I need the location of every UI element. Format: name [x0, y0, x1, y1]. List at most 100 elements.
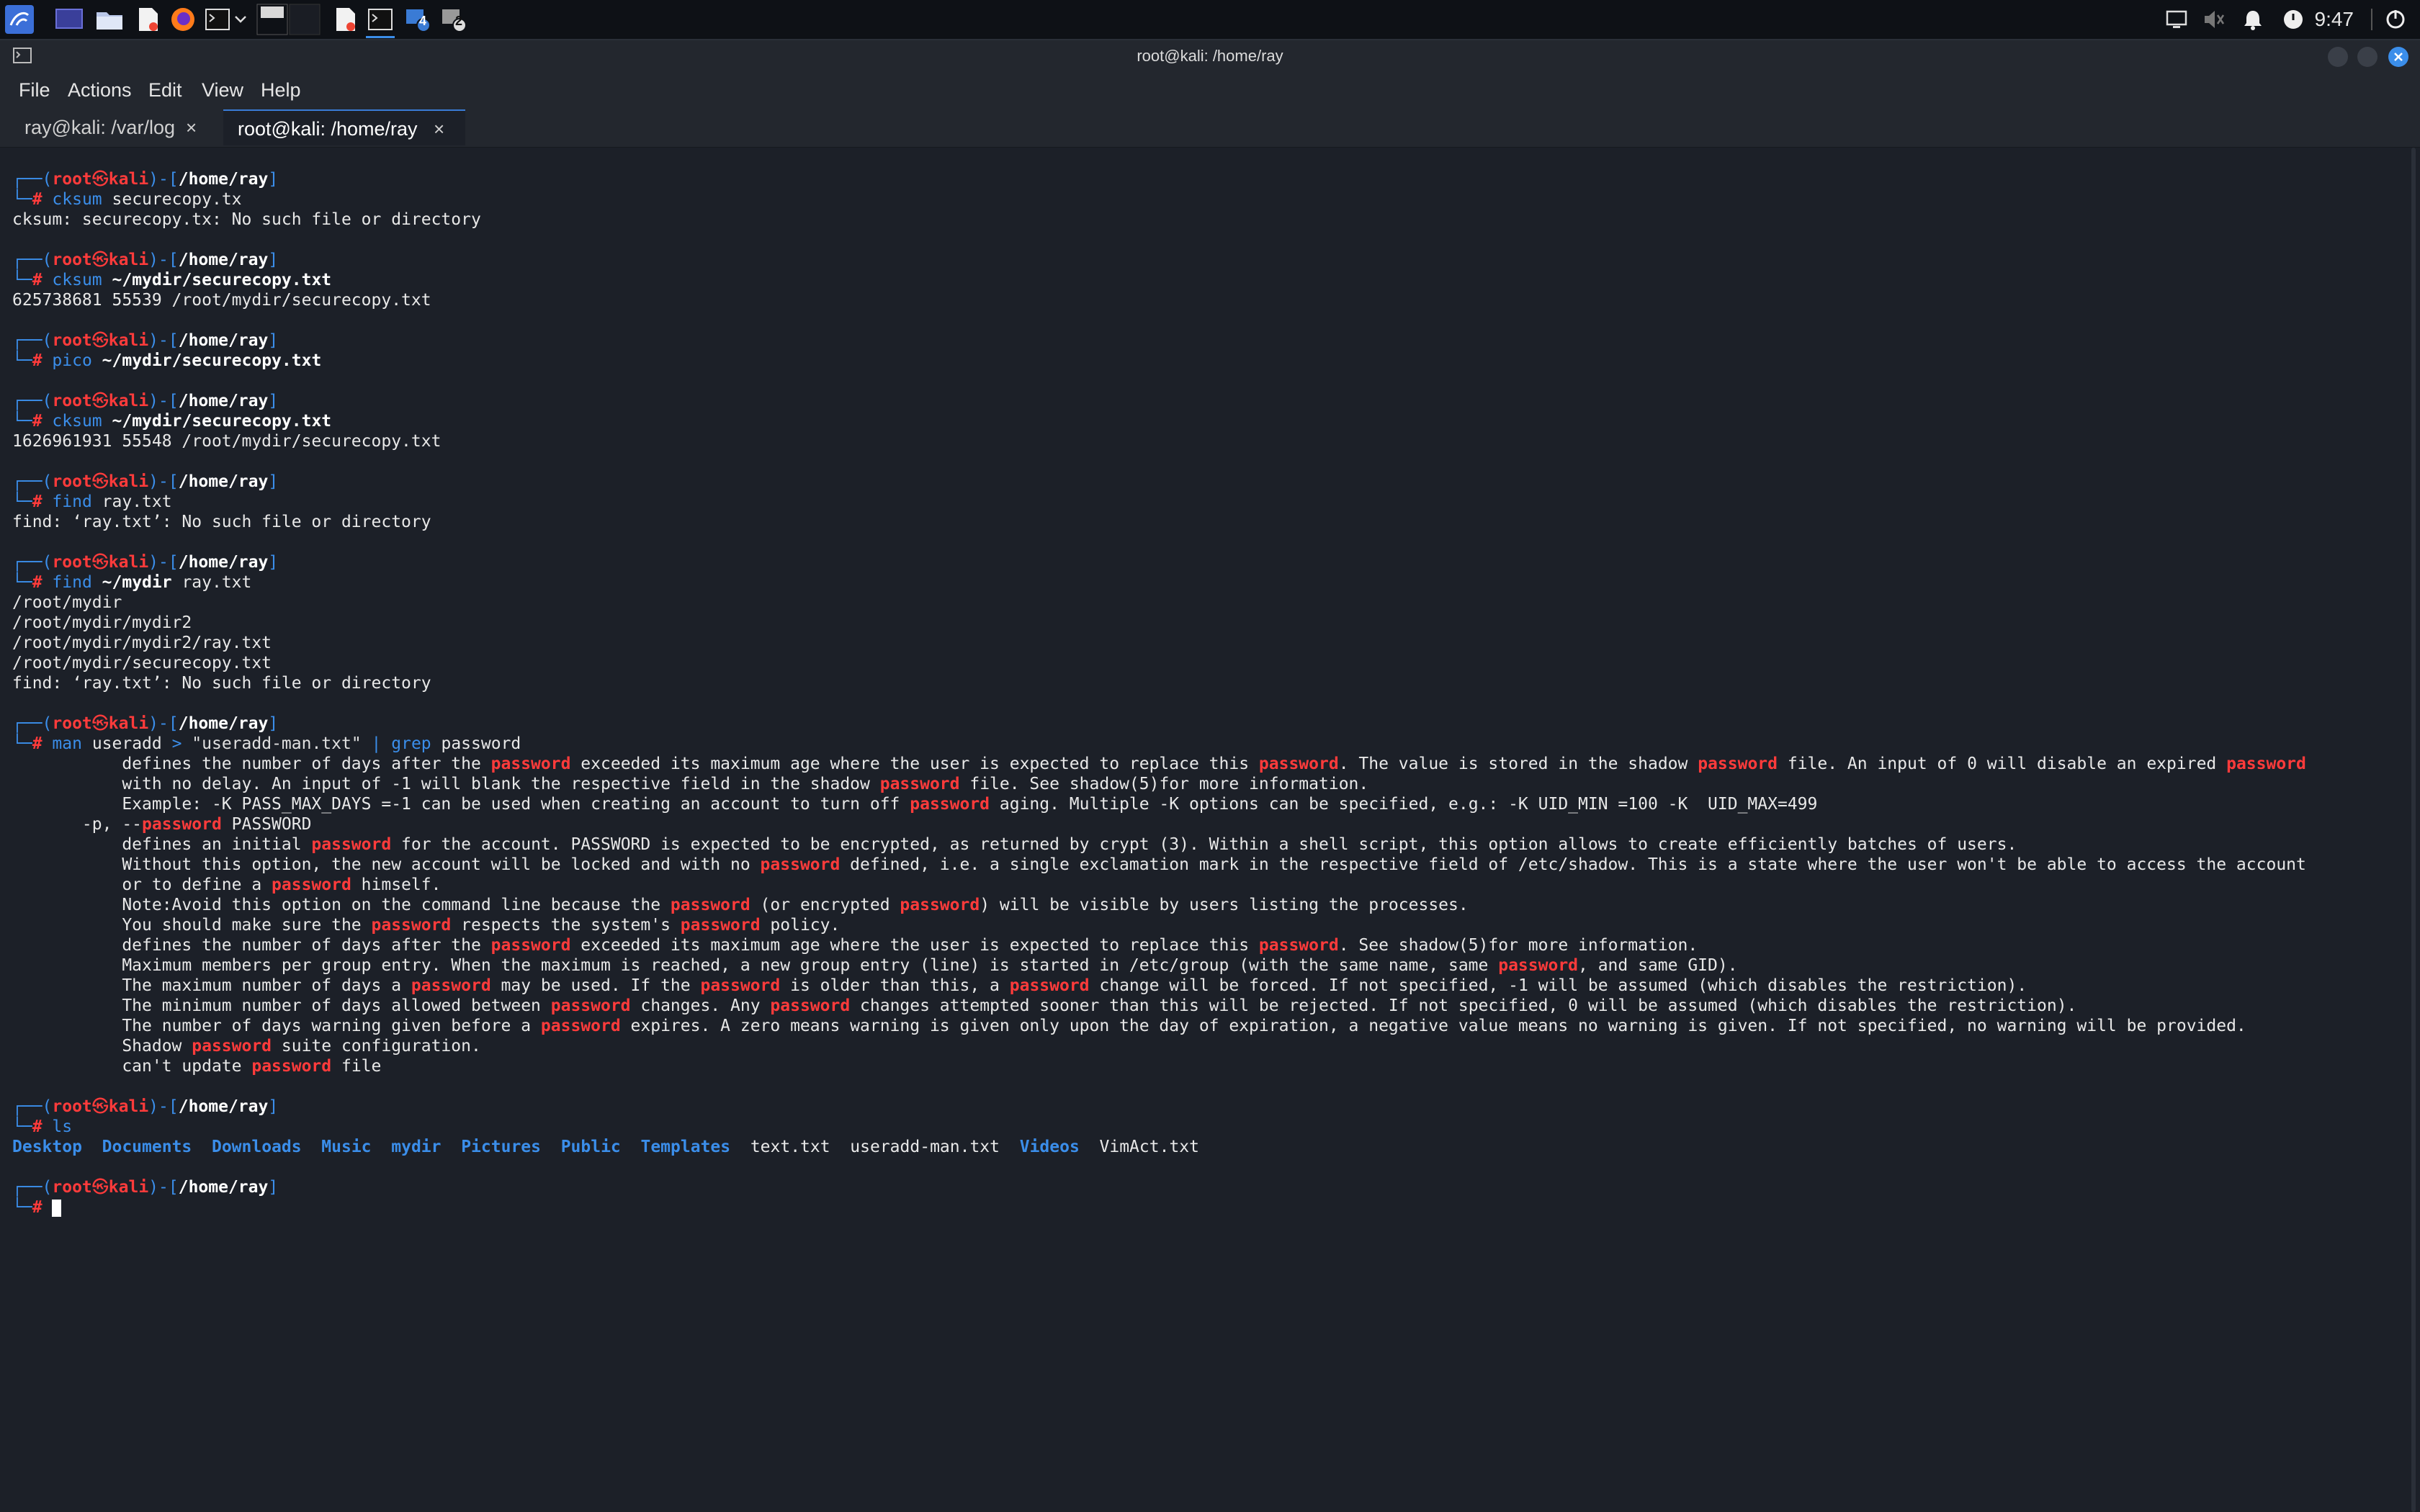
- output-text: file. An input of 0 will disable an expi…: [1777, 755, 2227, 773]
- file-manager-icon[interactable]: [94, 4, 125, 35]
- menu-edit[interactable]: Edit: [148, 72, 182, 108]
- match-highlight: password: [411, 976, 491, 995]
- directory-entry: Desktop: [12, 1138, 82, 1156]
- scrollbar[interactable]: [2408, 148, 2416, 1512]
- directory-entry: Templates: [640, 1138, 731, 1156]
- directory-entry: Videos: [1019, 1138, 1080, 1156]
- command-line: └─# man useradd > "useradd-man.txt" | gr…: [12, 734, 2306, 754]
- command-line: └─# cksum securecopy.tx: [12, 189, 2306, 210]
- output-line: 1626961931 55548 /root/mydir/securecopy.…: [12, 431, 2306, 451]
- text-cursor[interactable]: [52, 1199, 62, 1217]
- prompt-hash: #: [32, 190, 42, 209]
- command-line: └─# find ray.txt: [12, 492, 2306, 512]
- notifications-icon[interactable]: [2240, 4, 2266, 35]
- panel-separator: [2371, 9, 2372, 30]
- output-text: suite configuration.: [272, 1037, 481, 1056]
- match-highlight: password: [670, 896, 750, 914]
- menu-bar: File Actions Edit View Help: [0, 72, 2420, 108]
- maximize-button[interactable]: [2357, 47, 2378, 67]
- grep-output-line: You should make sure the password respec…: [12, 915, 2306, 935]
- output-line: /root/mydir: [12, 593, 2306, 613]
- match-highlight: password: [2226, 755, 2306, 773]
- tab-label: root@kali: /home/ray: [238, 118, 418, 140]
- window-titlebar[interactable]: root@kali: /home/ray: [0, 40, 2420, 72]
- output-text: The number of days warning given before …: [12, 1017, 541, 1035]
- terminal-icon[interactable]: [203, 4, 232, 35]
- minimize-button[interactable]: [2328, 47, 2348, 67]
- tab-close-icon[interactable]: ×: [434, 111, 444, 147]
- chevron-down-icon[interactable]: [232, 4, 249, 35]
- menu-view[interactable]: View: [202, 72, 243, 108]
- output-text: or to define a: [12, 876, 272, 894]
- output-text: cksum: securecopy.tx: No such file or di…: [12, 210, 481, 229]
- prompt-hash: #: [32, 1117, 42, 1136]
- grep-output-line: defines the number of days after the pas…: [12, 935, 2306, 955]
- top-panel: 4 2 9:47: [0, 0, 2420, 40]
- prompt-bracket: ]: [268, 553, 279, 572]
- settings-group-icon[interactable]: 2: [438, 4, 470, 35]
- directory-entry: Documents: [102, 1138, 192, 1156]
- output-text: expires. A zero means warning is given o…: [620, 1017, 2246, 1035]
- prompt-hash: #: [32, 412, 42, 431]
- text-editor-icon[interactable]: [134, 4, 163, 35]
- grep-output-line: can't update password file: [12, 1056, 2306, 1076]
- scrollbar-thumb[interactable]: [2411, 148, 2416, 1512]
- terminal-output: ┌──(root㉿kali)-[/home/ray] └─# cksum secu…: [12, 169, 2306, 1218]
- tab-var-log[interactable]: ray@kali: /var/log ×: [10, 109, 223, 145]
- volume-muted-icon[interactable]: [2200, 4, 2228, 35]
- prompt-skull: ㉿: [91, 472, 109, 491]
- workspace-switcher[interactable]: [256, 4, 321, 35]
- output-text: exceeded its maximum age where the user …: [570, 755, 1259, 773]
- output-text: (or encrypted: [750, 896, 900, 914]
- clock[interactable]: 9:47: [2315, 0, 2354, 39]
- power-status-icon[interactable]: [2280, 4, 2306, 35]
- output-text: file. See shadow(5)for more information.: [959, 775, 1369, 793]
- firefox-icon[interactable]: [167, 4, 199, 35]
- match-highlight: password: [490, 755, 571, 773]
- prompt-bracket: )-[: [148, 714, 179, 733]
- output-text: Shadow: [12, 1037, 192, 1056]
- grep-output-line: Note:Avoid this option on the command li…: [12, 895, 2306, 915]
- prompt-user: root: [52, 553, 92, 572]
- desktop-icon[interactable]: [53, 4, 85, 35]
- command-args: password: [431, 734, 521, 753]
- output-text: defines an initial: [12, 835, 312, 854]
- output-line: /root/mydir/securecopy.txt: [12, 653, 2306, 673]
- display-icon[interactable]: [2162, 4, 2191, 35]
- output-text: policy.: [760, 916, 841, 935]
- prompt-bracket: )-[: [148, 170, 179, 189]
- kali-menu-icon[interactable]: [1, 4, 37, 35]
- tab-close-icon[interactable]: ×: [186, 109, 197, 145]
- command-name: cksum: [52, 190, 102, 209]
- terminal-view[interactable]: ┌──(root㉿kali)-[/home/ray] └─# cksum secu…: [0, 148, 2406, 1512]
- task-editor-icon[interactable]: [331, 4, 360, 35]
- prompt-skull: ㉿: [91, 1097, 109, 1116]
- output-text: The minimum number of days allowed betwe…: [12, 996, 551, 1015]
- match-highlight: password: [1258, 755, 1339, 773]
- match-highlight: password: [1009, 976, 1090, 995]
- task-terminal-icon[interactable]: [366, 4, 395, 35]
- prompt-cwd: /home/ray: [178, 331, 269, 350]
- menu-actions[interactable]: Actions: [68, 72, 132, 108]
- tab-home-ray[interactable]: root@kali: /home/ray ×: [223, 109, 465, 145]
- menu-file[interactable]: File: [19, 72, 50, 108]
- terminal-group-icon[interactable]: 4: [402, 4, 434, 35]
- logout-icon[interactable]: [2381, 4, 2410, 35]
- match-highlight: password: [490, 936, 571, 955]
- prompt-line: ┌──(root㉿kali)-[/home/ray]: [12, 714, 2306, 734]
- command-line: └─# find ~/mydir ray.txt: [12, 572, 2306, 593]
- menu-help[interactable]: Help: [261, 72, 301, 108]
- prompt-cwd: /home/ray: [178, 392, 269, 410]
- output-text: , and same GID).: [1578, 956, 1738, 975]
- close-button[interactable]: [2388, 47, 2408, 67]
- grep-output-line: The maximum number of days a password ma…: [12, 976, 2306, 996]
- output-line: /root/mydir/mydir2/ray.txt: [12, 633, 2306, 653]
- output-text: changes. Any: [630, 996, 771, 1015]
- settings-count-badge: 2: [455, 14, 463, 28]
- output-text: . The value is stored in the shadow: [1338, 755, 1698, 773]
